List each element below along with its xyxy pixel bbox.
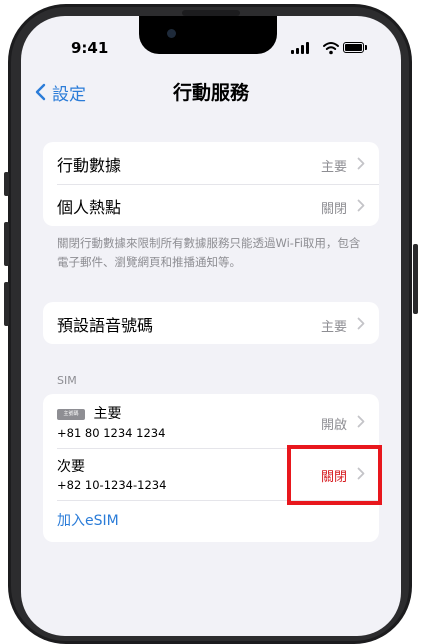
status-time: 9:41 <box>71 39 109 57</box>
row-label: 主號碼 主要 <box>57 403 121 423</box>
sim-line-label: 主要 <box>93 406 122 422</box>
add-esim-label: 加入eSIM <box>57 513 119 529</box>
chevron-right-icon <box>357 317 365 330</box>
row-cellular-data[interactable]: 行動數據 主要 <box>43 142 379 184</box>
sim-number: +82 10-1234-1234 <box>57 478 167 492</box>
row-default-voice-line[interactable]: 預設語音號碼 主要 <box>43 302 379 344</box>
wifi-icon <box>323 42 339 55</box>
sim-badge: 主號碼 <box>57 408 85 420</box>
chevron-right-icon <box>357 157 365 170</box>
row-value: 開啟 <box>320 418 347 433</box>
row-value: 主要 <box>320 320 347 335</box>
cellular-group: 行動數據 主要 個人熱點 關閉 <box>43 142 379 226</box>
screen: 9:41 設定 行動服務 行動數據 主要 個人熱點 關閉 關閉行動數據來限制所有… <box>21 16 401 636</box>
row-label: 個人熱點 <box>57 198 122 217</box>
row-label: 次要 <box>57 459 85 475</box>
dynamic-island <box>139 16 277 54</box>
row-sim-primary[interactable]: 主號碼 主要 +81 80 1234 1234 開啟 <box>43 394 379 448</box>
sim-number: +81 80 1234 1234 <box>57 426 166 440</box>
row-label: 行動數據 <box>57 156 122 175</box>
chevron-right-icon <box>357 199 365 212</box>
mute-switch <box>4 172 9 196</box>
add-esim-button[interactable]: 加入eSIM <box>43 500 379 542</box>
row-value: 關閉 <box>320 202 347 217</box>
voice-group: 預設語音號碼 主要 <box>43 302 379 344</box>
row-personal-hotspot[interactable]: 個人熱點 關閉 <box>43 184 379 226</box>
footer-note: 關閉行動數據來限制所有數據服務只能透過Wi-Fi取用，包含電子郵件、瀏覽網頁和推… <box>57 236 361 269</box>
camera-icon <box>167 29 176 38</box>
row-label: 預設語音號碼 <box>57 316 154 335</box>
power-button <box>413 244 418 314</box>
row-value: 主要 <box>320 160 347 175</box>
chevron-right-icon <box>357 415 365 428</box>
volume-up-button <box>4 222 9 266</box>
page-title: 行動服務 <box>172 82 249 104</box>
battery-tip <box>365 45 367 50</box>
volume-down-button <box>4 282 9 326</box>
section-header-sim: SIM <box>57 374 77 387</box>
highlight-box <box>287 445 382 505</box>
battery-icon <box>343 42 364 53</box>
